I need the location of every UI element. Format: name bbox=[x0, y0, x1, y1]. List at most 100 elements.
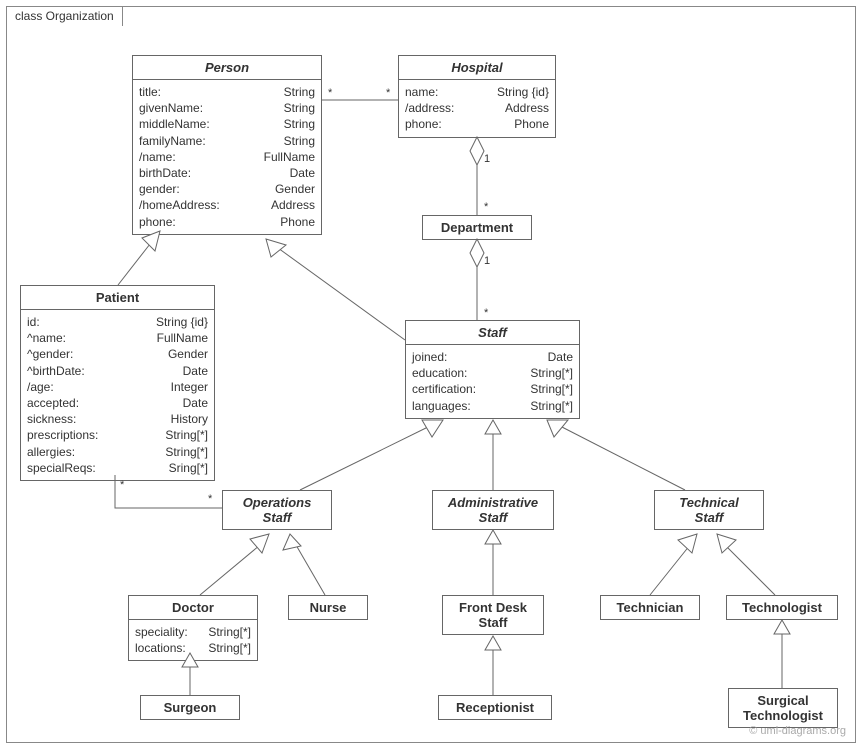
class-operations-staff-name: Operations Staff bbox=[223, 491, 331, 529]
attribute-row: certification: String[*] bbox=[412, 381, 573, 397]
class-receptionist: Receptionist bbox=[438, 695, 552, 720]
attribute-type: Sring[*] bbox=[169, 460, 208, 476]
class-person: Person title:StringgivenName:Stringmiddl… bbox=[132, 55, 322, 235]
class-surgeon: Surgeon bbox=[140, 695, 240, 720]
attribute-name: givenName: bbox=[139, 100, 203, 116]
attribute-name: prescriptions: bbox=[27, 427, 98, 443]
attribute-name: middleName: bbox=[139, 116, 210, 132]
attribute-type: Gender bbox=[275, 181, 315, 197]
attribute-row: phone: Phone bbox=[405, 116, 549, 132]
attribute-type: String {id} bbox=[497, 84, 549, 100]
class-staff-attrs: joined:Dateeducation:String[*]certificat… bbox=[406, 345, 579, 418]
attribute-name: gender: bbox=[139, 181, 180, 197]
attribute-name: /address: bbox=[405, 100, 454, 116]
class-technical-staff: Technical Staff bbox=[654, 490, 764, 530]
attribute-row: prescriptions:String[*] bbox=[27, 427, 208, 443]
attribute-name: locations: bbox=[135, 640, 186, 656]
class-administrative-staff-name: Administrative Staff bbox=[433, 491, 553, 529]
attribute-name: allergies: bbox=[27, 444, 75, 460]
class-person-name: Person bbox=[133, 56, 321, 80]
attribute-row: /homeAddress:Address bbox=[139, 197, 315, 213]
attribute-type: String bbox=[284, 116, 315, 132]
attribute-row: allergies: String[*] bbox=[27, 444, 208, 460]
attribute-row: id:String {id} bbox=[27, 314, 208, 330]
attribute-row: locations: String[*] bbox=[135, 640, 251, 656]
attribute-name: /age: bbox=[27, 379, 54, 395]
attribute-type: Phone bbox=[514, 116, 549, 132]
attribute-row: ^name:FullName bbox=[27, 330, 208, 346]
class-person-attrs: title:StringgivenName:StringmiddleName:S… bbox=[133, 80, 321, 234]
class-hospital-name: Hospital bbox=[399, 56, 555, 80]
attribute-type: Date bbox=[183, 363, 208, 379]
attribute-type: String bbox=[284, 84, 315, 100]
attribute-name: accepted: bbox=[27, 395, 79, 411]
class-operations-staff: Operations Staff bbox=[222, 490, 332, 530]
attribute-type: Address bbox=[505, 100, 549, 116]
attribute-row: givenName:String bbox=[139, 100, 315, 116]
class-patient-name: Patient bbox=[21, 286, 214, 310]
class-department: Department bbox=[422, 215, 532, 240]
attribute-name: title: bbox=[139, 84, 161, 100]
attribute-name: phone: bbox=[139, 214, 176, 230]
attribute-type: History bbox=[171, 411, 208, 427]
attribute-row: sickness: History bbox=[27, 411, 208, 427]
class-technologist: Technologist bbox=[726, 595, 838, 620]
attribute-type: String[*] bbox=[530, 398, 573, 414]
class-nurse-name: Nurse bbox=[289, 596, 367, 619]
frame-title-tab: class Organization bbox=[6, 6, 123, 26]
class-technical-staff-name: Technical Staff bbox=[655, 491, 763, 529]
attribute-type: Date bbox=[290, 165, 315, 181]
attribute-name: /homeAddress: bbox=[139, 197, 220, 213]
attribute-type: FullName bbox=[264, 149, 315, 165]
attribute-row: /age: Integer bbox=[27, 379, 208, 395]
attribute-row: languages: String[*] bbox=[412, 398, 573, 414]
attribute-type: Integer bbox=[171, 379, 208, 395]
attribute-name: phone: bbox=[405, 116, 442, 132]
attribute-type: String[*] bbox=[530, 365, 573, 381]
class-staff-name: Staff bbox=[406, 321, 579, 345]
attribute-type: String[*] bbox=[208, 624, 251, 640]
attribute-row: middleName: String bbox=[139, 116, 315, 132]
class-hospital: Hospital name: String {id} /address: Addres… bbox=[398, 55, 556, 138]
class-department-name: Department bbox=[423, 216, 531, 239]
attribute-type: String[*] bbox=[208, 640, 251, 656]
attribute-name: sickness: bbox=[27, 411, 76, 427]
class-patient: Patient id:String {id}^name:FullName^gen… bbox=[20, 285, 215, 481]
attribute-name: specialReqs: bbox=[27, 460, 96, 476]
attribute-type: String[*] bbox=[165, 444, 208, 460]
attribute-row: education: String[*] bbox=[412, 365, 573, 381]
attribute-name: ^birthDate: bbox=[27, 363, 85, 379]
attribute-type: Date bbox=[183, 395, 208, 411]
attribute-name: familyName: bbox=[139, 133, 206, 149]
attribute-name: speciality: bbox=[135, 624, 188, 640]
attribute-name: name: bbox=[405, 84, 438, 100]
attribute-name: /name: bbox=[139, 149, 176, 165]
attribute-type: FullName bbox=[157, 330, 208, 346]
class-doctor-name: Doctor bbox=[129, 596, 257, 620]
class-patient-attrs: id:String {id}^name:FullName^gender:Gend… bbox=[21, 310, 214, 480]
attribute-type: String bbox=[284, 133, 315, 149]
attribute-type: Gender bbox=[168, 346, 208, 362]
attribute-row: /name: FullName bbox=[139, 149, 315, 165]
attribute-row: ^birthDate: Date bbox=[27, 363, 208, 379]
attribute-row: birthDate:Date bbox=[139, 165, 315, 181]
class-technician-name: Technician bbox=[601, 596, 699, 619]
attribute-row: gender: Gender bbox=[139, 181, 315, 197]
attribute-type: String[*] bbox=[530, 381, 573, 397]
class-receptionist-name: Receptionist bbox=[439, 696, 551, 719]
attribute-name: id: bbox=[27, 314, 40, 330]
class-surgical-technologist: Surgical Technologist bbox=[728, 688, 838, 728]
attribute-name: education: bbox=[412, 365, 467, 381]
attribute-type: Date bbox=[548, 349, 573, 365]
attribute-name: certification: bbox=[412, 381, 476, 397]
copyright-text: © uml-diagrams.org bbox=[749, 725, 846, 737]
class-technician: Technician bbox=[600, 595, 700, 620]
frame-title-text: class Organization bbox=[15, 9, 114, 23]
class-hospital-attrs: name: String {id} /address: Address phone: Ph… bbox=[399, 80, 555, 137]
attribute-row: speciality: String[*] bbox=[135, 624, 251, 640]
class-surgeon-name: Surgeon bbox=[141, 696, 239, 719]
attribute-row: joined:Date bbox=[412, 349, 573, 365]
attribute-name: languages: bbox=[412, 398, 471, 414]
attribute-row: specialReqs: Sring[*] bbox=[27, 460, 208, 476]
class-doctor-attrs: speciality: String[*] locations: String[*] bbox=[129, 620, 257, 660]
